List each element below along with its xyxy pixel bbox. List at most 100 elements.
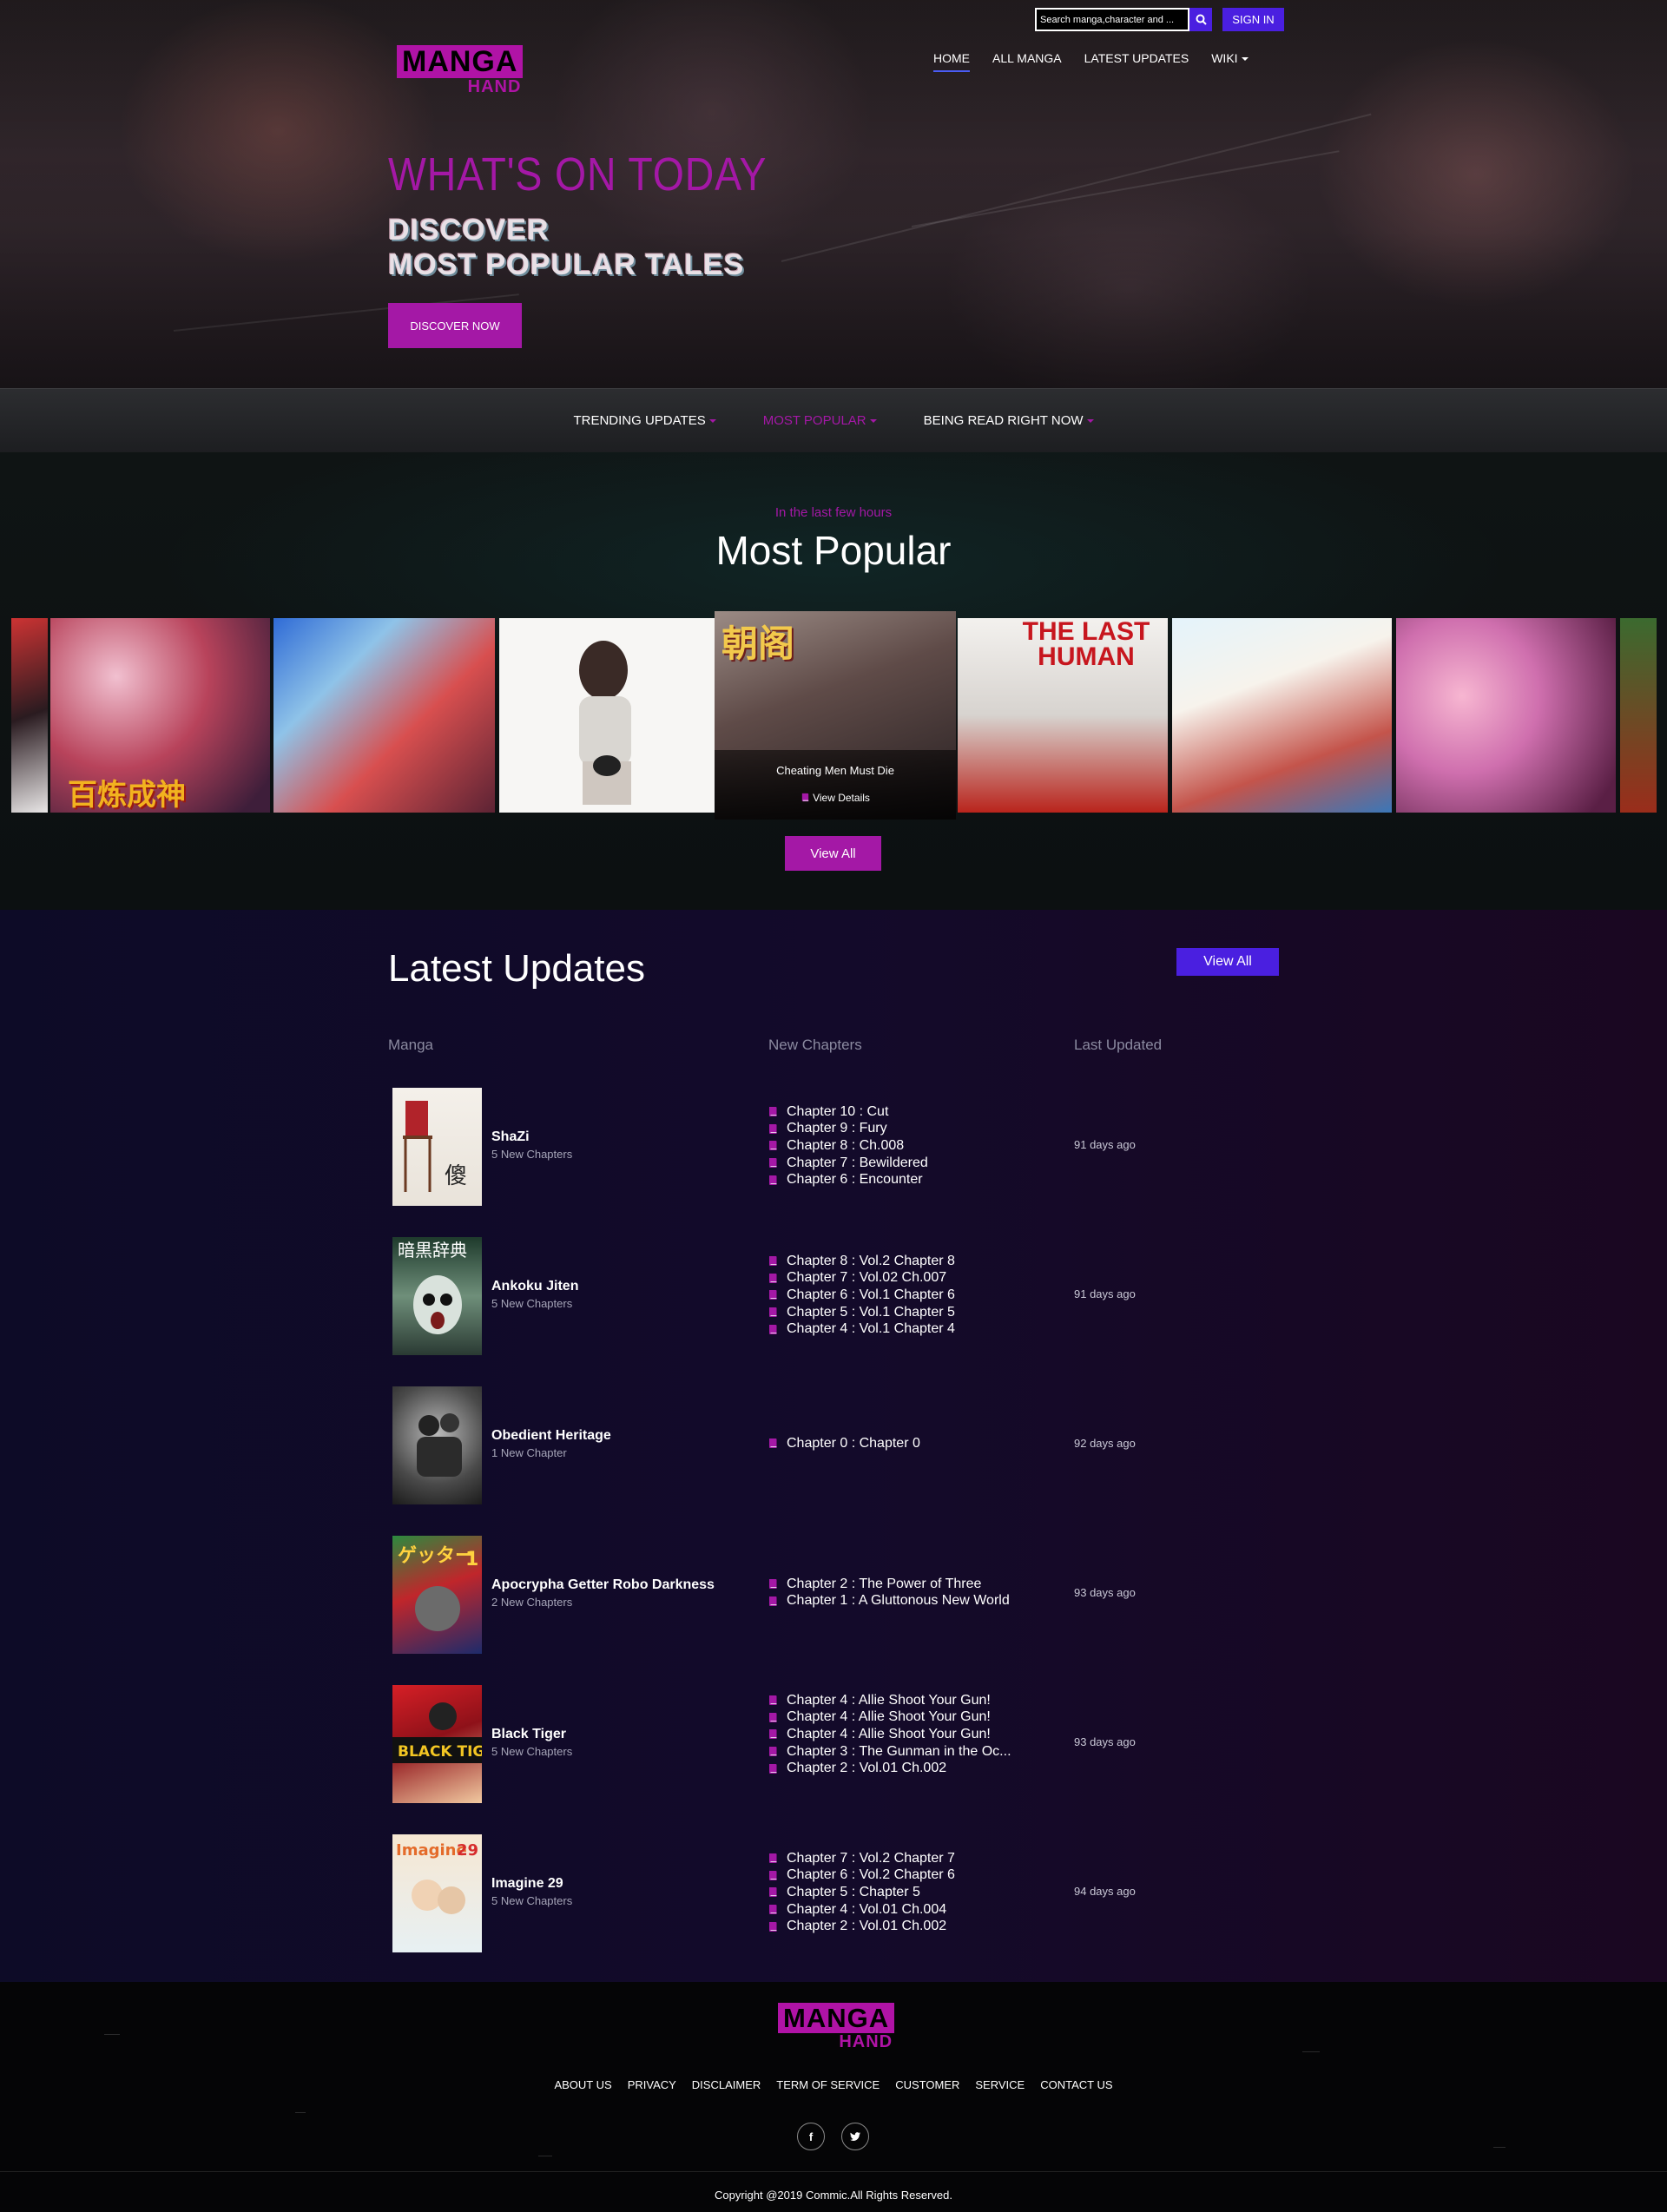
book-icon xyxy=(769,1158,777,1169)
manga-title-link[interactable]: Imagine 29 xyxy=(491,1876,563,1892)
manga-cover[interactable] xyxy=(1396,618,1616,813)
manga-cover[interactable]: 百炼成神 xyxy=(50,618,270,813)
latest-updates-section: Latest Updates View All Manga New Chapte… xyxy=(0,910,1667,1982)
manga-cover[interactable] xyxy=(1172,618,1392,813)
site-logo[interactable]: MANGA HAND xyxy=(397,45,524,95)
manga-cover[interactable]: THE LAST HUMAN xyxy=(958,618,1168,813)
sign-in-button[interactable]: SIGN IN xyxy=(1222,8,1284,31)
tab-label: MOST POPULAR xyxy=(762,413,866,428)
chapter-link[interactable]: Chapter 4 : Allie Shoot Your Gun! xyxy=(768,1709,1011,1727)
manga-title-link[interactable]: ShaZi xyxy=(491,1129,530,1145)
chapter-link[interactable]: Chapter 6 : Vol.2 Chapter 6 xyxy=(768,1867,955,1885)
footer-link-customer[interactable]: CUSTOMER xyxy=(895,2078,959,2091)
section-title: Latest Updates xyxy=(388,947,645,990)
footer-link-privacy[interactable]: PRIVACY xyxy=(628,2078,676,2091)
manga-thumbnail[interactable]: BLACK TIGER xyxy=(392,1685,482,1803)
chapter-label: Chapter 4 : Vol.01 Ch.004 xyxy=(787,1901,947,1917)
chapter-link[interactable]: Chapter 4 : Vol.01 Ch.004 xyxy=(768,1901,955,1919)
footer-link-terms[interactable]: TERM OF SERVICE xyxy=(776,2078,880,2091)
book-icon xyxy=(769,1273,777,1283)
manga-thumbnail[interactable]: Imagine 29 xyxy=(392,1834,482,1952)
section-title: Most Popular xyxy=(715,528,952,573)
chapter-link[interactable]: Chapter 2 : The Power of Three xyxy=(768,1576,1010,1593)
chapter-link[interactable]: Chapter 10 : Cut xyxy=(768,1103,928,1121)
chapter-list: Chapter 0 : Chapter 0 xyxy=(768,1435,920,1452)
chapter-label: Chapter 4 : Allie Shoot Your Gun! xyxy=(787,1709,991,1725)
facebook-icon[interactable]: f xyxy=(797,2123,825,2150)
tab-being-read-now[interactable]: BEING READ RIGHT NOW xyxy=(924,413,1094,428)
manga-title-link[interactable]: Ankoku Jiten xyxy=(491,1279,578,1294)
chapter-link[interactable]: Chapter 3 : The Gunman in the Oc... xyxy=(768,1743,1011,1761)
book-icon xyxy=(769,1695,777,1706)
chapter-link[interactable]: Chapter 7 : Vol.2 Chapter 7 xyxy=(768,1850,955,1867)
manga-thumbnail[interactable] xyxy=(392,1386,482,1504)
view-all-latest-button[interactable]: View All xyxy=(1176,948,1279,976)
nav-latest-updates[interactable]: LATEST UPDATES xyxy=(1084,51,1189,72)
footer-link-service[interactable]: SERVICE xyxy=(975,2078,1025,2091)
search-input[interactable] xyxy=(1035,8,1189,31)
chapter-link[interactable]: Chapter 7 : Vol.02 Ch.007 xyxy=(768,1270,955,1287)
manga-cover[interactable] xyxy=(499,618,715,813)
chapter-link[interactable]: Chapter 1 : A Gluttonous New World xyxy=(768,1593,1010,1610)
chapter-link[interactable]: Chapter 4 : Allie Shoot Your Gun! xyxy=(768,1692,1011,1709)
nav-all-manga[interactable]: ALL MANGA xyxy=(992,51,1062,72)
logo-top-text: MANGA xyxy=(778,2003,895,2033)
chapter-label: Chapter 5 : Vol.1 Chapter 5 xyxy=(787,1304,955,1320)
chapter-link[interactable]: Chapter 5 : Vol.1 Chapter 5 xyxy=(768,1304,955,1321)
chapter-link[interactable]: Chapter 7 : Bewildered xyxy=(768,1155,928,1172)
footer-link-disclaimer[interactable]: DISCLAIMER xyxy=(692,2078,761,2091)
manga-cover-featured[interactable]: 朝阁 Cheating Men Must Die View Details xyxy=(715,611,956,820)
new-chapter-count: 5 New Chapters xyxy=(491,1297,573,1310)
chapter-label: Chapter 4 : Allie Shoot Your Gun! xyxy=(787,1692,991,1708)
book-icon xyxy=(769,1747,777,1757)
chapter-link[interactable]: Chapter 4 : Allie Shoot Your Gun! xyxy=(768,1726,1011,1743)
view-all-popular-button[interactable]: View All xyxy=(785,836,881,871)
chapter-list: Chapter 7 : Vol.2 Chapter 7 Chapter 6 : … xyxy=(768,1850,955,1935)
book-icon xyxy=(769,1141,777,1151)
nav-wiki[interactable]: WIKI xyxy=(1211,51,1249,72)
chapter-link[interactable]: Chapter 2 : Vol.01 Ch.002 xyxy=(768,1918,955,1935)
nav-home[interactable]: HOME xyxy=(933,51,970,72)
tab-trending-updates[interactable]: TRENDING UPDATES xyxy=(573,413,716,428)
chapter-link[interactable]: Chapter 6 : Encounter xyxy=(768,1171,928,1188)
manga-thumbnail[interactable]: 暗黒辞典 xyxy=(392,1237,482,1355)
cover-text: 朝阁 xyxy=(721,623,795,664)
twitter-icon[interactable] xyxy=(841,2123,869,2150)
hero-title: WHAT'S ON TODAY xyxy=(388,148,768,201)
manga-cover[interactable] xyxy=(1620,618,1657,813)
manga-title-link[interactable]: Black Tiger xyxy=(491,1727,566,1742)
chapter-link[interactable]: Chapter 4 : Vol.1 Chapter 4 xyxy=(768,1320,955,1338)
manga-thumbnail[interactable]: 傻 xyxy=(392,1088,482,1206)
last-updated: 92 days ago xyxy=(1074,1437,1136,1450)
chapter-label: Chapter 6 : Vol.2 Chapter 6 xyxy=(787,1867,955,1883)
chapter-link[interactable]: Chapter 8 : Vol.2 Chapter 8 xyxy=(768,1253,955,1270)
table-row: 傻 ShaZi 5 New Chapters Chapter 10 : Cut … xyxy=(388,1088,1256,1206)
logo-top-text: MANGA xyxy=(397,45,524,78)
chapter-link[interactable]: Chapter 6 : Vol.1 Chapter 6 xyxy=(768,1287,955,1304)
manga-cover[interactable] xyxy=(273,618,495,813)
chapter-link[interactable]: Chapter 2 : Vol.01 Ch.002 xyxy=(768,1760,1011,1777)
chapter-label: Chapter 5 : Chapter 5 xyxy=(787,1884,920,1899)
table-row: 暗黒辞典 Ankoku Jiten 5 New Chapters Chapter… xyxy=(388,1237,1256,1355)
manga-thumbnail[interactable]: ゲッター 1 xyxy=(392,1536,482,1654)
chapter-label: Chapter 2 : The Power of Three xyxy=(787,1576,982,1591)
footer-link-contact[interactable]: CONTACT US xyxy=(1040,2078,1112,2091)
chapter-link[interactable]: Chapter 0 : Chapter 0 xyxy=(768,1435,920,1452)
manga-cover[interactable] xyxy=(11,618,48,813)
chapter-link[interactable]: Chapter 5 : Chapter 5 xyxy=(768,1884,955,1901)
cover-text: 百炼成神 xyxy=(68,779,186,812)
search-button[interactable] xyxy=(1189,8,1212,31)
footer-logo[interactable]: MANGA HAND xyxy=(778,2003,895,2051)
discover-now-button[interactable]: DISCOVER NOW xyxy=(388,303,522,348)
manga-title-link[interactable]: Apocrypha Getter Robo Darkness xyxy=(491,1577,715,1593)
column-header-last-updated: Last Updated xyxy=(1074,1037,1163,1053)
view-details-link[interactable]: View Details xyxy=(715,792,956,804)
chapter-link[interactable]: Chapter 8 : Ch.008 xyxy=(768,1137,928,1155)
manga-title-link[interactable]: Obedient Heritage xyxy=(491,1428,611,1444)
most-popular-section: In the last few hours Most Popular 百炼成神 … xyxy=(0,452,1667,910)
tab-most-popular[interactable]: MOST POPULAR xyxy=(763,413,877,428)
footer-link-about[interactable]: ABOUT US xyxy=(554,2078,611,2091)
caret-down-icon xyxy=(869,418,877,423)
chapter-link[interactable]: Chapter 9 : Fury xyxy=(768,1121,928,1138)
chapter-list: Chapter 10 : Cut Chapter 9 : Fury Chapte… xyxy=(768,1103,928,1188)
